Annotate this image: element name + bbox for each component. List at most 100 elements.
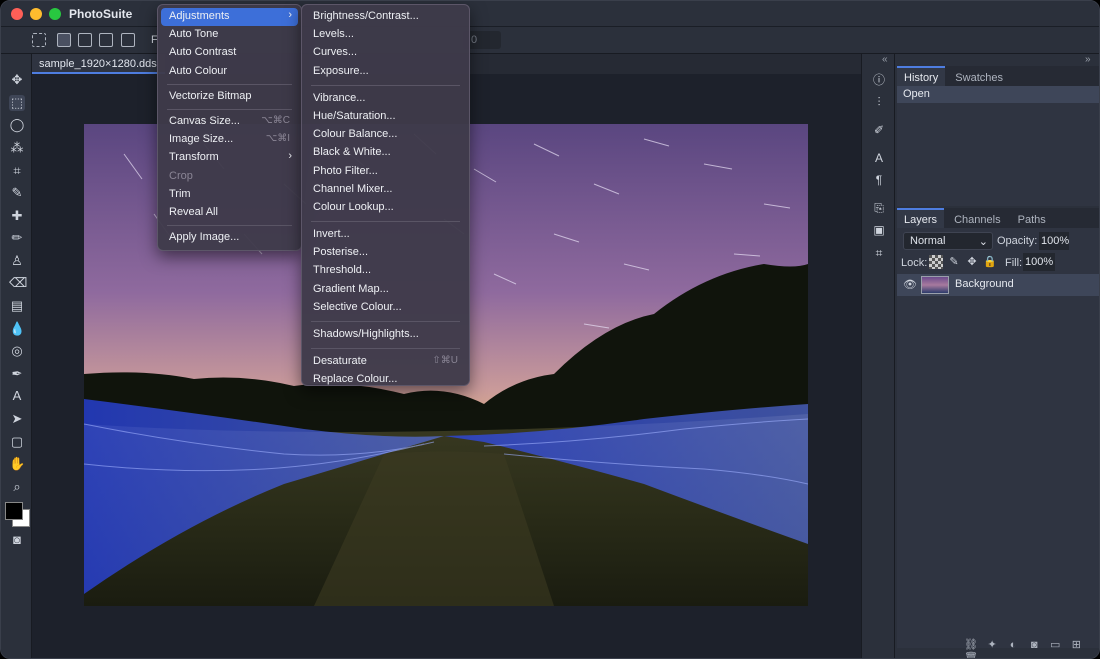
add-selection-icon[interactable] — [78, 33, 92, 47]
menu-item-trim[interactable]: Trim — [161, 186, 298, 204]
menu-item-desaturate[interactable]: Desaturate ⇧⌘U — [305, 353, 466, 371]
new-group-icon[interactable]: ▭ — [1047, 638, 1063, 651]
new-selection-icon[interactable] — [57, 33, 71, 47]
css-icon[interactable]: ⎘ — [871, 200, 887, 216]
menu-item-vibrance[interactable]: Vibrance... — [305, 90, 466, 108]
menu-item-vectorize-bitmap[interactable]: Vectorize Bitmap — [161, 88, 298, 106]
crop-tool-icon[interactable]: ⌗ — [9, 163, 25, 179]
tab-history[interactable]: History — [897, 66, 946, 88]
left-toolbar: ✥ ⬚ ◯ ⁂ ⌗ ✎ ✚ ✏ ♙ ⌫ ▤ 💧 ◎ ✒ A ➤ ▢ ✋ ⌕ ◙ — [1, 54, 32, 658]
tab-swatches[interactable]: Swatches — [948, 68, 1010, 88]
new-layer-icon[interactable]: ⊞ — [1068, 638, 1084, 651]
eye-icon[interactable]: 👁 — [903, 278, 917, 291]
brush-tool-icon[interactable]: ✏ — [9, 230, 25, 246]
menu-item-black-white[interactable]: Black & White... — [305, 144, 466, 162]
menu-item-brightness-contrast[interactable]: Brightness/Contrast... — [305, 8, 466, 26]
menu-item-image-size[interactable]: Image Size... ⌥⌘I — [161, 131, 298, 149]
menu-item-reveal-all[interactable]: Reveal All — [161, 204, 298, 222]
menu-item-hue-saturation[interactable]: Hue/Saturation... — [305, 108, 466, 126]
menu-item-transform[interactable]: Transform › — [161, 149, 298, 167]
fill-field[interactable]: 100% — [1023, 253, 1055, 271]
rect-selection-icon[interactable] — [32, 33, 46, 47]
gradient-tool-icon[interactable]: ▤ — [9, 298, 25, 314]
shape-tool-icon[interactable]: ▢ — [9, 434, 25, 450]
close-window-button[interactable] — [11, 8, 23, 20]
stamp-tool-icon[interactable]: ♙ — [9, 253, 25, 269]
blend-mode-value: Normal — [910, 235, 946, 247]
layer-effects-icon[interactable]: ✦ — [984, 638, 1000, 651]
blur-tool-icon[interactable]: 💧 — [9, 321, 25, 337]
menu-item-adjustments[interactable]: Adjustments › — [161, 8, 298, 27]
menu-item-auto-tone[interactable]: Auto Tone — [161, 26, 298, 44]
healing-tool-icon[interactable]: ✚ — [9, 208, 25, 224]
magic-wand-tool-icon[interactable]: ⁂ — [9, 140, 25, 156]
menu-item-shadows-highlights[interactable]: Shadows/Highlights... — [305, 326, 466, 344]
pen-tool-icon[interactable]: ✒ — [9, 366, 25, 382]
menu-item-colour-lookup[interactable]: Colour Lookup... — [305, 199, 466, 217]
link-layers-icon[interactable]: ⛓ — [963, 638, 979, 651]
dodge-tool-icon[interactable]: ◎ — [9, 343, 25, 359]
scan-icon[interactable]: ⌗ — [871, 245, 887, 261]
blend-mode-select[interactable]: Normal ⌄ — [903, 232, 993, 250]
menu-item-auto-colour[interactable]: Auto Colour — [161, 63, 298, 81]
layer-mask-icon[interactable]: ◙ — [1026, 639, 1042, 651]
eyedropper-tool-icon[interactable]: ✎ — [9, 185, 25, 201]
paragraph-icon[interactable]: ¶ — [871, 172, 887, 188]
menu-item-replace-colour[interactable]: Replace Colour... — [305, 371, 466, 389]
menu-item-label: Canvas Size... — [169, 114, 240, 127]
lock-all-icon[interactable]: 🔒 — [983, 255, 997, 269]
menu-item-invert[interactable]: Invert... — [305, 226, 466, 244]
lasso-tool-icon[interactable]: ◯ — [9, 117, 25, 133]
foreground-color-swatch[interactable] — [5, 502, 23, 520]
menu-item-gradient-map[interactable]: Gradient Map... — [305, 281, 466, 299]
menu-item-auto-contrast[interactable]: Auto Contrast — [161, 44, 298, 62]
layers-panel: Normal ⌄ Opacity: 100% Lock: ✎ ✥ 🔒 Fill:… — [897, 228, 1099, 648]
menu-item-threshold[interactable]: Threshold... — [305, 262, 466, 280]
eraser-tool-icon[interactable]: ⌫ — [9, 275, 27, 291]
layer-row[interactable]: 👁 Background — [897, 274, 1099, 296]
opacity-field[interactable]: 100% — [1039, 232, 1069, 250]
lock-position-icon[interactable]: ✥ — [965, 255, 979, 269]
adjustment-layer-icon[interactable]: ◐ — [1005, 639, 1021, 651]
lock-pixels-icon[interactable]: ✎ — [947, 255, 961, 269]
brush-settings-icon[interactable]: ✐ — [871, 122, 887, 138]
menu-item-selective-colour[interactable]: Selective Colour... — [305, 299, 466, 317]
menu-item-colour-balance[interactable]: Colour Balance... — [305, 126, 466, 144]
text-tool-icon[interactable]: A — [9, 388, 25, 404]
zoom-tool-icon[interactable]: ⌕ — [9, 479, 25, 495]
menu-item-canvas-size[interactable]: Canvas Size... ⌥⌘C — [161, 113, 298, 131]
menu-item-photo-filter[interactable]: Photo Filter... — [305, 163, 466, 181]
collapse-left-icon[interactable]: « — [882, 54, 888, 65]
quick-mask-icon[interactable]: ◙ — [9, 532, 25, 548]
subtract-selection-icon[interactable] — [99, 33, 113, 47]
menu-item-curves[interactable]: Curves... — [305, 44, 466, 62]
adjustments-icon[interactable]: ⫶ — [871, 94, 887, 110]
move-tool-icon[interactable]: ✥ — [9, 72, 25, 88]
path-select-tool-icon[interactable]: ➤ — [9, 411, 25, 427]
menu-item-posterise[interactable]: Posterise... — [305, 244, 466, 262]
menu-separator — [311, 221, 460, 223]
right-icon-column: « ⓘ ⫶ ✐ A ¶ ⎘ ▣ ⌗ — [861, 54, 895, 658]
marquee-tool-icon[interactable]: ⬚ — [9, 95, 25, 111]
history-entry[interactable]: Open — [897, 86, 1099, 103]
menu-item-apply-image[interactable]: Apply Image... — [161, 229, 298, 247]
info-icon[interactable]: ⓘ — [871, 72, 887, 88]
tab-channels[interactable]: Channels — [947, 210, 1007, 230]
collapse-right-icon[interactable]: » — [1085, 54, 1091, 65]
delete-layer-icon[interactable]: 🗑 — [963, 651, 979, 658]
character-icon[interactable]: A — [871, 150, 887, 166]
hand-tool-icon[interactable]: ✋ — [9, 456, 25, 472]
menu-item-levels[interactable]: Levels... — [305, 26, 466, 44]
document-tab[interactable]: sample_1920×1280.dds — [31, 54, 165, 74]
chevron-right-icon: › — [288, 150, 292, 163]
app-title: PhotoSuite — [69, 7, 133, 21]
intersect-selection-icon[interactable] — [121, 33, 135, 47]
menu-item-exposure[interactable]: Exposure... — [305, 63, 466, 81]
minimize-window-button[interactable] — [30, 8, 42, 20]
tab-paths[interactable]: Paths — [1011, 210, 1053, 230]
image-icon[interactable]: ▣ — [871, 222, 887, 238]
tab-layers[interactable]: Layers — [897, 208, 945, 230]
zoom-window-button[interactable] — [49, 8, 61, 20]
menu-item-channel-mixer[interactable]: Channel Mixer... — [305, 181, 466, 199]
lock-transparency-icon[interactable] — [929, 255, 943, 269]
